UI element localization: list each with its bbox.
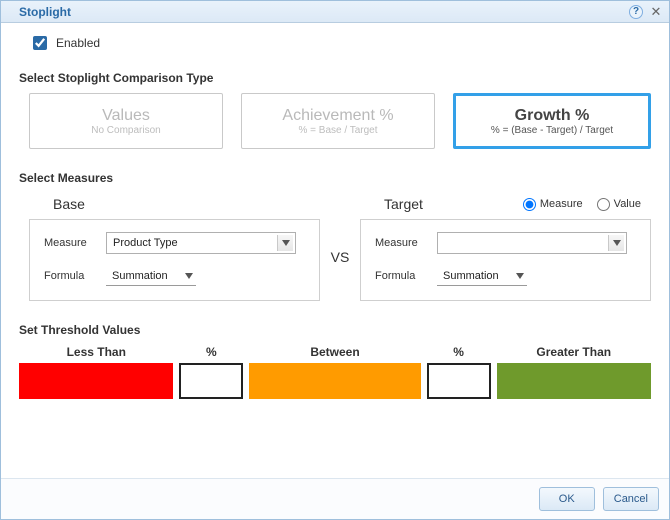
target-header: Target Measure Value [360,193,651,215]
comparison-option-sub: % = Base / Target [298,125,377,136]
target-radio-value[interactable]: Value [597,198,641,211]
help-icon[interactable]: ? [629,5,643,19]
comparison-option-title: Growth % [515,107,590,125]
comparison-type-row: Values No Comparison Achievement % % = B… [29,93,651,149]
measures-heading: Select Measures [19,171,651,185]
target-formula-label: Formula [375,270,425,282]
close-icon[interactable]: ✕ [649,5,663,19]
threshold-between-label: Between [310,345,359,359]
threshold-between-column: Between [249,345,420,399]
content: Enabled Select Stoplight Comparison Type… [1,23,669,478]
base-title: Base [53,196,85,212]
chevron-down-icon [182,268,196,283]
chevron-down-icon [608,235,624,251]
base-column: Base Measure Product Type [29,193,320,301]
target-formula-value: Summation [443,270,499,282]
dialog-footer: OK Cancel [1,478,669,519]
target-radio-value-label: Value [614,198,641,210]
chevron-down-icon [513,268,527,283]
target-type-radios: Measure Value [523,198,641,211]
threshold-greater-swatch [497,363,651,399]
threshold-greater-label: Greater Than [536,345,611,359]
enabled-row: Enabled [29,33,651,53]
base-formula-select[interactable]: Summation [106,266,196,286]
threshold-high-input[interactable] [427,363,491,399]
ok-button[interactable]: OK [539,487,595,511]
threshold-less-label: Less Than [67,345,126,359]
base-formula-value: Summation [112,270,168,282]
window-title: Stoplight [19,5,623,19]
enabled-label: Enabled [56,36,100,50]
base-measure-value: Product Type [113,237,178,249]
target-formula-select[interactable]: Summation [437,266,527,286]
target-column: Target Measure Value [360,193,651,301]
measures-row: Base Measure Product Type [29,193,651,301]
target-measure-label: Measure [375,237,425,249]
target-measure-select[interactable] [437,232,627,254]
target-title: Target [384,196,423,212]
comparison-heading: Select Stoplight Comparison Type [19,71,651,85]
comparison-option-title: Values [102,107,150,125]
threshold-less-swatch [19,363,173,399]
chevron-down-icon [277,235,293,251]
comparison-option-growth[interactable]: Growth % % = (Base - Target) / Target [453,93,651,149]
target-radio-measure-label: Measure [540,198,583,210]
threshold-row: Less Than % Between % Greater Than [19,345,651,399]
titlebar-spacer [7,7,13,17]
comparison-option-values[interactable]: Values No Comparison [29,93,223,149]
threshold-less-column: Less Than [19,345,173,399]
base-formula-row: Formula Summation [44,266,305,286]
target-radio-value-input[interactable] [597,198,610,211]
cancel-button[interactable]: Cancel [603,487,659,511]
stoplight-dialog: Stoplight ? ✕ Enabled Select Stoplight C… [0,0,670,520]
target-radio-measure[interactable]: Measure [523,198,583,211]
base-formula-label: Formula [44,270,94,282]
target-box: Measure Formula Summation [360,219,651,301]
target-formula-row: Formula Summation [375,266,636,286]
base-measure-label: Measure [44,237,94,249]
titlebar: Stoplight ? ✕ [1,1,669,23]
threshold-low-pct-label: % [206,345,217,359]
comparison-option-achievement[interactable]: Achievement % % = Base / Target [241,93,435,149]
base-header: Base [29,193,320,215]
enabled-checkbox[interactable] [33,36,47,50]
comparison-option-sub: % = (Base - Target) / Target [491,125,613,136]
threshold-between-swatch [249,363,420,399]
target-measure-row: Measure [375,232,636,254]
base-measure-select[interactable]: Product Type [106,232,296,254]
target-radio-measure-input[interactable] [523,198,536,211]
threshold-high-pct-label: % [453,345,464,359]
threshold-heading: Set Threshold Values [19,323,651,337]
threshold-greater-column: Greater Than [497,345,651,399]
comparison-option-title: Achievement % [282,107,393,125]
comparison-option-sub: No Comparison [91,125,160,136]
measures-wrap: Base Measure Product Type [29,193,651,301]
base-box: Measure Product Type Formula S [29,219,320,301]
threshold-high-pct-column: % [427,345,491,399]
vs-label: VS [320,249,360,265]
base-measure-row: Measure Product Type [44,232,305,254]
threshold-low-input[interactable] [179,363,243,399]
threshold-low-pct-column: % [179,345,243,399]
